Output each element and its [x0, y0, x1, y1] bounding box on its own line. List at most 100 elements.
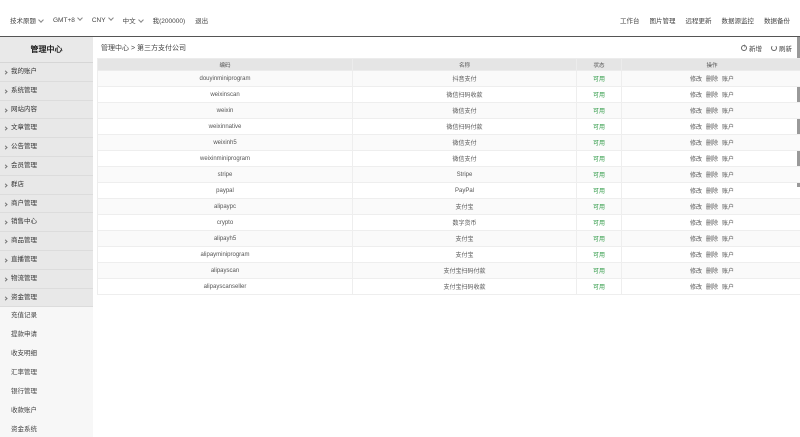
sidebar-item-my-account[interactable]: 我的账户: [0, 63, 93, 82]
delete-link[interactable]: 删除: [706, 253, 718, 259]
image-manager-link[interactable]: 图片管理: [650, 15, 676, 25]
account-link[interactable]: 账户: [722, 109, 734, 115]
timezone-select[interactable]: GMT+8: [53, 15, 83, 24]
cell-actions: 修改 删除 账户: [621, 102, 800, 119]
sidebar-item-sales[interactable]: 销售中心: [0, 213, 93, 233]
cell-code: douyinminiprogram: [97, 70, 353, 87]
account-link[interactable]: 账户: [722, 93, 734, 99]
sidebar-item-members[interactable]: 会员管理: [0, 156, 93, 176]
table-row: alipayminiprogram 支付宝 可用 修改 删除 账户: [97, 246, 800, 263]
edit-link[interactable]: 修改: [690, 189, 702, 195]
edit-link[interactable]: 修改: [690, 173, 702, 179]
edit-link[interactable]: 修改: [690, 93, 702, 99]
sidebar-sub-receiving-accounts[interactable]: 收款账户: [0, 401, 93, 421]
column-header-status: 状态: [576, 58, 622, 71]
delete-link[interactable]: 删除: [706, 109, 718, 115]
sidebar-item-logistics[interactable]: 物流管理: [0, 269, 93, 289]
sidebar-item-live[interactable]: 直播管理: [0, 250, 93, 270]
delete-link[interactable]: 删除: [706, 93, 718, 99]
refresh-button[interactable]: 刷新: [771, 43, 792, 53]
delete-link[interactable]: 删除: [706, 285, 718, 291]
datasource-monitor-link[interactable]: 数据源监控: [722, 15, 755, 25]
cell-status: 可用: [576, 166, 622, 183]
edit-link[interactable]: 修改: [690, 253, 702, 259]
sidebar-item-articles[interactable]: 文章管理: [0, 119, 93, 139]
cell-actions: 修改 删除 账户: [621, 198, 800, 215]
cell-status: 可用: [576, 70, 622, 87]
delete-link[interactable]: 删除: [706, 141, 718, 147]
sidebar-item-merchants[interactable]: 商户管理: [0, 194, 93, 214]
delete-link[interactable]: 删除: [706, 205, 718, 211]
account-link[interactable]: 账户: [722, 205, 734, 211]
cell-name: 微信扫码付款: [352, 118, 577, 135]
account-link[interactable]: 账户: [722, 221, 734, 227]
table-row: stripe Stripe 可用 修改 删除 账户: [97, 166, 800, 183]
cell-actions: 修改 删除 账户: [621, 262, 800, 279]
workbench-link[interactable]: 工作台: [620, 15, 640, 25]
edit-link[interactable]: 修改: [690, 157, 702, 163]
sidebar-item-funds[interactable]: 资金管理: [0, 288, 93, 308]
cell-name: 支付宝: [352, 230, 577, 247]
account-link[interactable]: 账户: [722, 125, 734, 131]
edit-link[interactable]: 修改: [690, 77, 702, 83]
delete-link[interactable]: 删除: [706, 125, 718, 131]
sidebar-sub-exchange-rate[interactable]: 汇率管理: [0, 364, 93, 383]
remote-update-link[interactable]: 远程更新: [686, 15, 712, 25]
user-account-link[interactable]: 我(200000): [153, 15, 186, 25]
sidebar-sub-banks[interactable]: 银行管理: [0, 382, 93, 402]
account-link[interactable]: 账户: [722, 77, 734, 83]
add-button[interactable]: 新增: [741, 43, 762, 53]
logout-link[interactable]: 退出: [195, 15, 208, 25]
sidebar-sub-fund-system[interactable]: 资金系统: [0, 420, 93, 437]
delete-link[interactable]: 删除: [706, 189, 718, 195]
cell-status: 可用: [576, 262, 622, 279]
sidebar-item-notices[interactable]: 公告管理: [0, 138, 93, 157]
table-row: weixinscan 微信扫码收款 可用 修改 删除 账户: [97, 86, 800, 103]
edit-link[interactable]: 修改: [690, 109, 702, 115]
edit-link[interactable]: 修改: [690, 269, 702, 275]
sidebar-sub-withdraw[interactable]: 提款申请: [0, 326, 93, 346]
account-link[interactable]: 账户: [722, 189, 734, 195]
account-link[interactable]: 账户: [722, 157, 734, 163]
table-body: douyinminiprogram 抖音支付 可用 修改 删除 账户 weixinscan 微…: [97, 70, 800, 295]
cell-status: 可用: [576, 86, 622, 103]
cell-code: weixinscan: [97, 86, 353, 103]
account-link[interactable]: 账户: [722, 237, 734, 243]
cell-actions: 修改 删除 账户: [621, 86, 800, 103]
cell-status: 可用: [576, 246, 622, 263]
data-backup-link[interactable]: 数据备份: [764, 15, 790, 25]
delete-link[interactable]: 删除: [706, 269, 718, 275]
edit-link[interactable]: 修改: [690, 221, 702, 227]
edit-link[interactable]: 修改: [690, 237, 702, 243]
edit-link[interactable]: 修改: [690, 205, 702, 211]
cell-actions: 修改 删除 账户: [621, 278, 800, 295]
delete-link[interactable]: 删除: [706, 77, 718, 83]
delete-link[interactable]: 删除: [706, 237, 718, 243]
account-link[interactable]: 账户: [722, 141, 734, 147]
delete-link[interactable]: 删除: [706, 173, 718, 179]
delete-link[interactable]: 删除: [706, 221, 718, 227]
language-select[interactable]: 中文: [123, 15, 144, 25]
chevron-down-icon: [137, 16, 144, 23]
account-link[interactable]: 账户: [722, 173, 734, 179]
sidebar-item-products[interactable]: 商品管理: [0, 232, 93, 251]
account-link[interactable]: 账户: [722, 253, 734, 259]
edit-link[interactable]: 修改: [690, 125, 702, 131]
edit-link[interactable]: 修改: [690, 285, 702, 291]
cell-actions: 修改 删除 账户: [621, 134, 800, 151]
account-link[interactable]: 账户: [722, 285, 734, 291]
sidebar-item-system[interactable]: 系统管理: [0, 81, 93, 101]
delete-link[interactable]: 删除: [706, 157, 718, 163]
cell-code: alipayh5: [97, 230, 353, 247]
cell-name: 数字货币: [352, 214, 577, 231]
sidebar-item-site-content[interactable]: 网站内容: [0, 100, 93, 120]
tech-menu[interactable]: 技术原题: [10, 15, 44, 25]
cell-code: stripe: [97, 166, 353, 183]
sidebar-sub-recharge[interactable]: 充值记录: [0, 307, 93, 327]
sidebar: 管理中心 我的账户 系统管理 网站内容 文章管理 公告管理 会员管理 群店 商户…: [0, 37, 93, 437]
sidebar-sub-ledger[interactable]: 收支明细: [0, 345, 93, 365]
sidebar-item-group-store[interactable]: 群店: [0, 175, 93, 195]
edit-link[interactable]: 修改: [690, 141, 702, 147]
account-link[interactable]: 账户: [722, 269, 734, 275]
currency-select[interactable]: CNY: [92, 15, 114, 24]
